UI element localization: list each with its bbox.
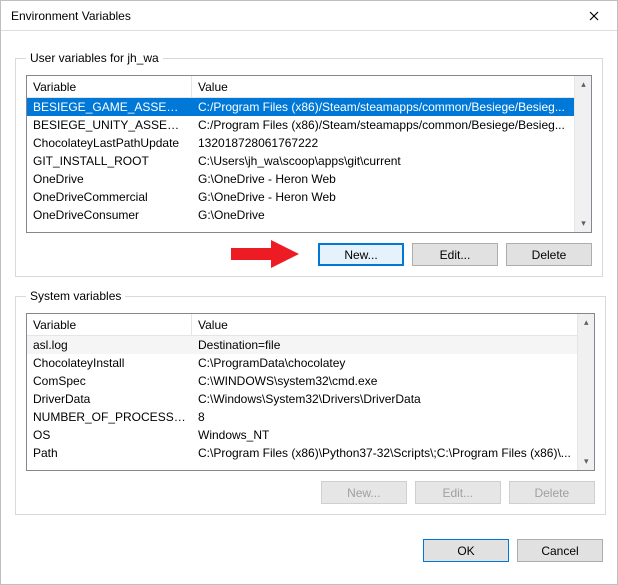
table-row[interactable]: asl.logDestination=file <box>27 336 577 354</box>
variable-value: C:\Program Files (x86)\Python37-32\Scrip… <box>192 446 577 460</box>
variable-value: C:\Users\jh_wa\scoop\apps\git\current <box>192 154 574 168</box>
table-row[interactable]: OneDriveCommercialG:\OneDrive - Heron We… <box>27 188 574 206</box>
titlebar: Environment Variables <box>1 1 617 31</box>
system-variables-list[interactable]: Variable Value asl.logDestination=fileCh… <box>26 313 595 471</box>
variable-value: C:\ProgramData\chocolatey <box>192 356 577 370</box>
variable-name: OS <box>27 428 192 442</box>
user-variables-legend: User variables for jh_wa <box>26 51 163 65</box>
variable-name: ChocolateyLastPathUpdate <box>27 136 192 150</box>
table-row[interactable]: ChocolateyInstallC:\ProgramData\chocolat… <box>27 354 577 372</box>
user-list-header[interactable]: Variable Value <box>27 76 574 98</box>
variable-name: OneDriveConsumer <box>27 208 192 222</box>
variable-value: 132018728061767222 <box>192 136 574 150</box>
variable-name: OneDriveCommercial <box>27 190 192 204</box>
system-variables-legend: System variables <box>26 289 125 303</box>
scroll-up-icon[interactable]: ▴ <box>575 76 592 93</box>
variable-name: GIT_INSTALL_ROOT <box>27 154 192 168</box>
column-header-variable[interactable]: Variable <box>27 314 192 335</box>
variable-value: C:\WINDOWS\system32\cmd.exe <box>192 374 577 388</box>
table-row[interactable]: BESIEGE_GAME_ASSEMBLIESC:/Program Files … <box>27 98 574 116</box>
variable-name: Path <box>27 446 192 460</box>
user-new-button[interactable]: New... <box>318 243 404 266</box>
scroll-down-icon[interactable]: ▾ <box>575 215 592 232</box>
table-row[interactable]: NUMBER_OF_PROCESSORS8 <box>27 408 577 426</box>
column-header-value[interactable]: Value <box>192 314 577 335</box>
cancel-button[interactable]: Cancel <box>517 539 603 562</box>
close-icon <box>589 11 599 21</box>
close-button[interactable] <box>571 1 617 31</box>
sys-list-scrollbar[interactable]: ▴ ▾ <box>577 314 594 470</box>
variable-value: C:/Program Files (x86)/Steam/steamapps/c… <box>192 118 574 132</box>
variable-value: 8 <box>192 410 577 424</box>
variable-name: BESIEGE_GAME_ASSEMBLIES <box>27 100 192 114</box>
variable-value: C:/Program Files (x86)/Steam/steamapps/c… <box>192 100 574 114</box>
variable-name: ChocolateyInstall <box>27 356 192 370</box>
column-header-value[interactable]: Value <box>192 76 574 97</box>
variable-name: BESIEGE_UNITY_ASSEMBLIES <box>27 118 192 132</box>
table-row[interactable]: ComSpecC:\WINDOWS\system32\cmd.exe <box>27 372 577 390</box>
table-row[interactable]: PathC:\Program Files (x86)\Python37-32\S… <box>27 444 577 462</box>
user-edit-button[interactable]: Edit... <box>412 243 498 266</box>
window-title: Environment Variables <box>11 9 571 23</box>
variable-value: Windows_NT <box>192 428 577 442</box>
variable-value: G:\OneDrive - Heron Web <box>192 190 574 204</box>
user-variables-group: User variables for jh_wa Variable Value … <box>15 51 603 277</box>
variable-name: ComSpec <box>27 374 192 388</box>
variable-name: OneDrive <box>27 172 192 186</box>
variable-value: G:\OneDrive <box>192 208 574 222</box>
variable-name: NUMBER_OF_PROCESSORS <box>27 410 192 424</box>
variable-value: Destination=file <box>192 338 577 352</box>
user-delete-button[interactable]: Delete <box>506 243 592 266</box>
sys-delete-button: Delete <box>509 481 595 504</box>
sys-edit-button: Edit... <box>415 481 501 504</box>
variable-value: G:\OneDrive - Heron Web <box>192 172 574 186</box>
user-variables-list[interactable]: Variable Value BESIEGE_GAME_ASSEMBLIESC:… <box>26 75 592 233</box>
system-variables-group: System variables Variable Value asl.logD… <box>15 289 606 515</box>
table-row[interactable]: DriverDataC:\Windows\System32\Drivers\Dr… <box>27 390 577 408</box>
table-row[interactable]: BESIEGE_UNITY_ASSEMBLIESC:/Program Files… <box>27 116 574 134</box>
ok-button[interactable]: OK <box>423 539 509 562</box>
table-row[interactable]: GIT_INSTALL_ROOTC:\Users\jh_wa\scoop\app… <box>27 152 574 170</box>
table-row[interactable]: OneDriveG:\OneDrive - Heron Web <box>27 170 574 188</box>
red-arrow-annotation <box>231 238 301 270</box>
variable-name: DriverData <box>27 392 192 406</box>
table-row[interactable]: OneDriveConsumerG:\OneDrive <box>27 206 574 224</box>
user-list-scrollbar[interactable]: ▴ ▾ <box>574 76 591 232</box>
variable-name: asl.log <box>27 338 192 352</box>
scroll-down-icon[interactable]: ▾ <box>578 453 595 470</box>
table-row[interactable]: OSWindows_NT <box>27 426 577 444</box>
sys-new-button: New... <box>321 481 407 504</box>
sys-list-header[interactable]: Variable Value <box>27 314 577 336</box>
dialog-buttons: OK Cancel <box>1 535 617 574</box>
variable-value: C:\Windows\System32\Drivers\DriverData <box>192 392 577 406</box>
scroll-up-icon[interactable]: ▴ <box>578 314 595 331</box>
column-header-variable[interactable]: Variable <box>27 76 192 97</box>
table-row[interactable]: ChocolateyLastPathUpdate1320187280617672… <box>27 134 574 152</box>
